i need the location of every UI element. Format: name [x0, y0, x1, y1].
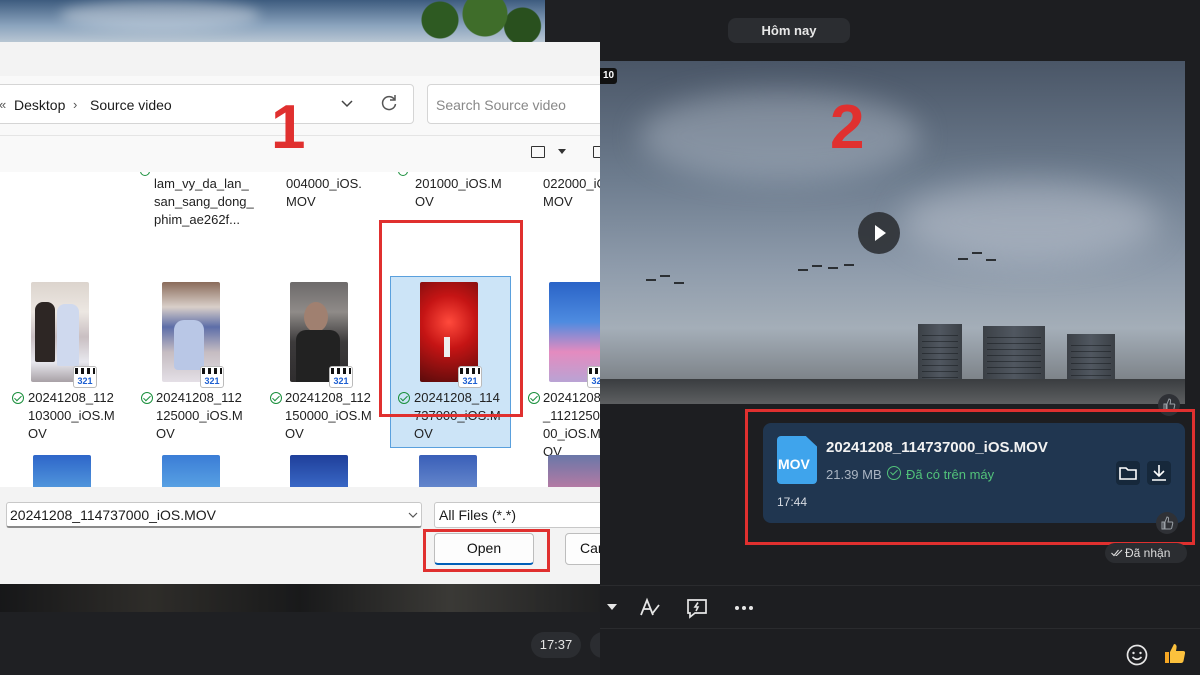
video-jet [972, 252, 982, 254]
video-thumbnail[interactable] [162, 455, 220, 487]
video-jet [986, 259, 996, 261]
double-check-icon [1111, 549, 1123, 557]
video-thumbnail[interactable] [548, 455, 600, 487]
breadcrumb-desktop[interactable]: Desktop [14, 97, 65, 113]
video-thumbnail[interactable] [290, 455, 348, 487]
video-jet [660, 275, 670, 277]
file-item[interactable]: 321 20241208_112150000_iOS.MOV [257, 282, 377, 457]
video-cloud [640, 91, 920, 181]
message-received-status: Đã nhận [1105, 543, 1187, 563]
file-name-input[interactable]: 20241208_114737000_iOS.MOV [6, 502, 422, 528]
video-jet [958, 258, 968, 260]
sync-status-icon [140, 172, 150, 176]
file-type-filter-value: All Files (*.*) [439, 507, 517, 523]
background-photo-strip [0, 584, 600, 612]
more-options-icon[interactable] [733, 598, 755, 618]
video-building [918, 324, 962, 384]
video-jet [646, 279, 656, 281]
emoji-icon[interactable] [1125, 643, 1149, 667]
video-jet [844, 264, 854, 266]
annotation-highlight-selected-file [379, 220, 523, 417]
message-time-badge: 17:37 [531, 632, 581, 658]
search-placeholder: Search Source video [436, 97, 566, 113]
video-jet [798, 269, 808, 271]
date-separator: Hôm nay [728, 18, 850, 43]
address-bar[interactable]: « Desktop › Source video [0, 84, 414, 124]
sync-status-icon [398, 172, 408, 176]
video-jet [674, 282, 684, 284]
annotation-step-1: 1 [271, 93, 306, 162]
file-type-filter-select[interactable]: All Files (*.*) [434, 502, 600, 528]
breadcrumb-overflow-icon[interactable]: « [0, 97, 6, 112]
media-player-badge-icon: 321 [587, 366, 600, 388]
media-player-badge-icon: 321 [73, 366, 97, 388]
file-name: 022000_iOS.MOV [543, 176, 600, 209]
background-cloud [60, 0, 260, 30]
file-name: 20241208_112125000_iOS.MOV [156, 390, 243, 441]
chevron-down-icon[interactable] [339, 95, 355, 111]
sync-status-icon [528, 392, 540, 404]
composer-toolbar [600, 585, 1200, 629]
media-player-badge-icon: 321 [200, 366, 224, 388]
video-jet [828, 267, 838, 269]
caret-down-icon[interactable] [558, 149, 566, 154]
file-item[interactable]: 321 20241208_112125000_iOS.MOV [515, 282, 600, 459]
video-horizon [600, 379, 1185, 404]
thumbs-up-icon[interactable] [1162, 641, 1188, 667]
message-time-badge-partial [590, 632, 600, 658]
sync-status-icon [141, 392, 153, 404]
file-name: lam_vy_da_lan_san_sang_dong_phim_ae262f.… [154, 176, 254, 227]
search-input[interactable]: Search Source video [427, 84, 600, 124]
annotation-step-2: 2 [830, 93, 865, 162]
file-name-value: 20241208_114737000_iOS.MOV [10, 507, 217, 523]
refresh-icon[interactable] [379, 93, 399, 113]
video-jet [812, 265, 822, 267]
video-building [1067, 334, 1115, 384]
file-item[interactable]: 321 20241208_112125000_iOS.MOV [128, 282, 248, 457]
breadcrumb-separator: › [73, 97, 78, 112]
sync-status-icon [12, 392, 24, 404]
file-name: 20241208_112125000_iOS.MOV [543, 390, 600, 459]
file-name: 20241208_112103000_iOS.MOV [28, 390, 115, 441]
preview-pane-icon[interactable] [593, 146, 600, 158]
media-player-badge-icon: 321 [329, 366, 353, 388]
chat-conversation-panel: Hôm nay 10 MOV 20241208_114737000_iOS.MO… [600, 0, 1200, 675]
file-name: 201000_iOS.MOV [415, 176, 502, 209]
video-message[interactable] [600, 61, 1185, 404]
video-cloud [900, 181, 1160, 261]
video-duration-badge: 10 [600, 68, 617, 84]
quick-message-icon[interactable] [685, 596, 709, 620]
dialog-titlebar [0, 42, 600, 76]
annotation-highlight-open [423, 529, 550, 572]
chevron-down-icon[interactable] [408, 510, 418, 520]
view-mode-icon[interactable] [531, 146, 545, 158]
message-composer[interactable] [600, 629, 1200, 675]
video-building [983, 326, 1045, 384]
caret-down-icon[interactable] [606, 601, 618, 613]
annotation-highlight-file-message [745, 409, 1195, 545]
video-thumbnail[interactable] [419, 455, 477, 487]
sync-status-icon [270, 392, 282, 404]
video-thumbnail[interactable] [33, 455, 91, 487]
message-received-label: Đã nhận [1125, 546, 1171, 560]
play-icon[interactable] [858, 212, 900, 254]
text-format-icon[interactable] [638, 596, 662, 620]
breadcrumb-source-video[interactable]: Source video [90, 97, 172, 113]
file-name: 004000_iOS.MOV [286, 176, 362, 209]
file-name: 20241208_112150000_iOS.MOV [285, 390, 372, 441]
file-item[interactable]: 321 20241208_112103000_iOS.MOV [0, 282, 120, 457]
